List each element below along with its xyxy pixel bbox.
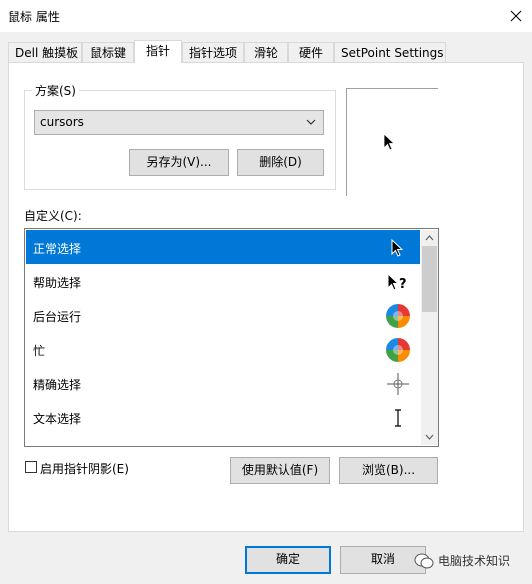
scrollbar-thumb[interactable] xyxy=(422,246,437,312)
list-item[interactable]: 后台运行 xyxy=(26,298,420,332)
list-item[interactable]: 精确选择 xyxy=(26,366,420,400)
tab-setpoint-settings[interactable]: SetPoint Settings xyxy=(334,42,446,62)
list-item-label: 忙 xyxy=(33,344,46,358)
pointer-shadow-checkbox[interactable] xyxy=(25,461,37,473)
list-item-label: 后台运行 xyxy=(33,310,82,324)
close-icon[interactable] xyxy=(506,6,526,26)
help-cursor-icon: ? xyxy=(384,268,412,296)
watermark-text: 电脑技术知识 xyxy=(438,554,511,568)
title-bar: 鼠标 属性 xyxy=(0,0,532,32)
scroll-down-icon[interactable] xyxy=(421,429,438,445)
list-item-label: 正常选择 xyxy=(33,242,82,256)
customize-label: 自定义(C): xyxy=(24,209,82,223)
list-item-label: 帮助选择 xyxy=(33,276,82,290)
ok-button[interactable]: 确定 xyxy=(245,546,331,574)
svg-text:?: ? xyxy=(399,277,407,292)
tab-pointers[interactable]: 指针 xyxy=(134,40,182,63)
tab-dell-touchpad[interactable]: Dell 触摸板 xyxy=(8,42,82,62)
tab-pointer-options[interactable]: 指针选项 xyxy=(182,42,244,62)
arrow-cursor-icon xyxy=(384,234,412,262)
tab-strip: Dell 触摸板 鼠标键 指针 指针选项 滑轮 硬件 SetPoint Sett… xyxy=(8,40,528,63)
list-item[interactable]: 帮助选择 ? xyxy=(26,264,420,298)
list-scrollbar[interactable] xyxy=(421,230,438,445)
busy-background-icon xyxy=(384,302,412,330)
cursor-list[interactable]: 正常选择 帮助选择 ? 后台运行 忙 精确选择 文本选择 xyxy=(24,228,439,447)
browse-button[interactable]: 浏览(B)... xyxy=(339,457,438,484)
use-default-button[interactable]: 使用默认值(F) xyxy=(230,457,330,484)
list-item[interactable]: 正常选择 xyxy=(26,230,420,264)
tab-wheel[interactable]: 滑轮 xyxy=(244,42,288,62)
save-as-button[interactable]: 另存为(V)... xyxy=(129,149,229,176)
busy-icon xyxy=(384,336,412,364)
list-item-label: 文本选择 xyxy=(33,412,82,426)
scheme-dropdown-value: cursors xyxy=(40,115,84,129)
list-item[interactable]: 忙 xyxy=(26,332,420,366)
wechat-logo-icon xyxy=(414,552,434,570)
chevron-down-icon xyxy=(305,115,317,129)
tab-mouse-buttons[interactable]: 鼠标键 xyxy=(82,42,134,62)
delete-button[interactable]: 删除(D) xyxy=(237,149,324,176)
scheme-group-label: 方案(S) xyxy=(32,82,79,99)
cursor-preview xyxy=(346,88,438,196)
list-item[interactable]: 文本选择 xyxy=(26,400,420,434)
crosshair-icon xyxy=(384,370,412,398)
window-title: 鼠标 属性 xyxy=(8,10,60,24)
text-ibeam-icon xyxy=(384,404,412,432)
pointer-shadow-label[interactable]: 启用指针阴影(E) xyxy=(40,460,129,477)
scheme-dropdown[interactable]: cursors xyxy=(34,110,324,135)
scroll-up-icon[interactable] xyxy=(421,230,438,246)
preview-arrow-cursor-icon xyxy=(383,133,397,156)
list-item-label: 精确选择 xyxy=(33,378,82,392)
tab-hardware[interactable]: 硬件 xyxy=(288,42,334,62)
